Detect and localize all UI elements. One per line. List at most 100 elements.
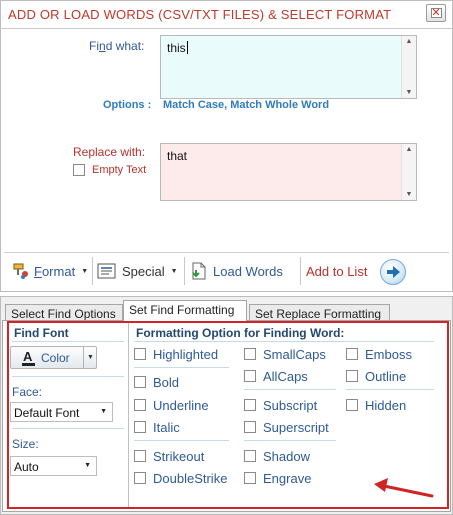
checkbox-superscript[interactable]: Superscript (244, 419, 329, 435)
font-color-button[interactable]: A Color ▼ (10, 346, 97, 369)
close-button[interactable]: ✕ (426, 4, 446, 22)
checkbox-italic[interactable]: Italic (134, 419, 180, 435)
checkbox-doublestrike[interactable]: DoubleStrike (134, 470, 227, 486)
replace-with-input[interactable]: that ▲ ▼ (160, 143, 417, 201)
find-label-accesskey: n (99, 39, 106, 53)
checkbox-label: SmallCaps (263, 346, 326, 362)
checkbox-label: AllCaps (263, 368, 308, 384)
checkbox-bold[interactable]: Bold (134, 374, 179, 390)
find-what-value: this (167, 41, 186, 55)
text-caret (186, 41, 188, 54)
scroll-up-icon[interactable]: ▲ (402, 146, 416, 153)
checkbox-box[interactable] (134, 399, 146, 411)
toolbar-separator (184, 257, 185, 285)
checkbox-box[interactable] (244, 348, 256, 360)
replace-scrollbar[interactable]: ▲ ▼ (401, 144, 416, 200)
format-label-part: ormat (41, 263, 76, 279)
checkbox-label: Highlighted (153, 346, 219, 362)
special-button[interactable]: Special ▼ (97, 260, 178, 282)
checkbox-box[interactable] (244, 399, 256, 411)
special-label: Special (122, 263, 165, 279)
font-face-select[interactable]: Default Font ▼ (10, 402, 113, 422)
checkbox-label: Hidden (365, 397, 407, 413)
checkbox-subscript[interactable]: Subscript (244, 397, 317, 413)
load-words-button[interactable]: Load Words (189, 260, 283, 282)
empty-text-label: Empty Text (92, 164, 147, 176)
font-color-icon: A (23, 349, 33, 364)
find-what-label: Find what: (89, 39, 144, 53)
checkbox-label: Shadow (263, 448, 310, 464)
checkbox-box[interactable] (244, 370, 256, 382)
checkbox-strikeout[interactable]: Strikeout (134, 448, 204, 464)
chevron-down-icon: ▼ (170, 267, 178, 275)
checkbox-box[interactable] (244, 421, 256, 433)
checkbox-box[interactable] (134, 472, 146, 484)
find-label-part: Fi (89, 39, 99, 53)
find-label-part: d what: (105, 39, 145, 53)
checkbox-outline[interactable]: Outline (346, 368, 406, 384)
checkbox-smallcaps[interactable]: SmallCaps (244, 346, 326, 362)
checkbox-underline[interactable]: Underline (134, 397, 209, 413)
add-to-list-button[interactable]: Add to List (306, 260, 367, 282)
section-divider (12, 428, 124, 429)
checkbox-label: Strikeout (153, 448, 205, 464)
dialog-title: ADD OR LOAD WORDS (CSV/TXT FILES) & SELE… (8, 7, 392, 22)
options-value[interactable]: Match Case, Match Whole Word (163, 99, 329, 111)
chevron-down-icon: ▼ (84, 462, 91, 469)
find-font-heading: Find Font (14, 326, 69, 340)
dialog-toolbar: Format ▼ Special ▼ Load Words Add to Lis… (4, 253, 449, 288)
chevron-down-icon: ▼ (81, 267, 89, 275)
checkbox-box[interactable] (244, 450, 256, 462)
chevron-down-icon: ▼ (100, 408, 107, 415)
load-words-label: Load Words (213, 263, 283, 279)
close-icon: ✕ (431, 7, 441, 19)
checkbox-allcaps[interactable]: AllCaps (244, 368, 308, 384)
group-divider (244, 389, 336, 390)
checkbox-label: Subscript (263, 397, 318, 413)
tab-set-find-formatting[interactable]: Set Find Formatting (123, 300, 247, 321)
format-button[interactable]: Format ▼ (12, 260, 88, 282)
checkbox-highlighted[interactable]: Highlighted (134, 346, 218, 362)
tab-set-replace-formatting[interactable]: Set Replace Formatting (249, 304, 390, 321)
checkbox-box[interactable] (346, 370, 358, 382)
checkbox-box[interactable] (134, 450, 146, 462)
checkbox-box[interactable] (346, 399, 358, 411)
font-face-value: Default Font (14, 406, 80, 420)
checkbox-engrave[interactable]: Engrave (244, 470, 311, 486)
font-size-select[interactable]: Auto ▼ (10, 456, 97, 476)
find-scrollbar[interactable]: ▲ ▼ (401, 36, 416, 98)
format-accesskey: F (34, 263, 42, 279)
heading-underline (134, 341, 434, 342)
load-file-icon (192, 262, 206, 280)
column-divider (128, 323, 129, 507)
scroll-down-icon[interactable]: ▼ (402, 89, 416, 96)
checkbox-label: DoubleStrike (153, 470, 228, 486)
checkbox-label: Outline (365, 368, 407, 384)
checkbox-box[interactable] (244, 472, 256, 484)
chevron-down-icon[interactable]: ▼ (83, 347, 97, 368)
checkbox-label: Superscript (263, 419, 329, 435)
checkbox-hidden[interactable]: Hidden (346, 397, 406, 413)
group-divider (346, 389, 434, 390)
group-divider (134, 440, 229, 441)
options-label: Options : (103, 99, 152, 111)
font-size-label: Size: (12, 437, 39, 451)
find-what-input[interactable]: this ▲ ▼ (160, 35, 417, 99)
scroll-up-icon[interactable]: ▲ (402, 38, 416, 45)
title-divider (0, 28, 453, 29)
checkbox-box[interactable] (346, 348, 358, 360)
checkbox-shadow[interactable]: Shadow (244, 448, 310, 464)
arrow-right-icon (387, 266, 400, 278)
scroll-down-icon[interactable]: ▼ (402, 191, 416, 198)
tab-select-find-options[interactable]: Select Find Options (5, 304, 123, 321)
checkbox-box[interactable] (134, 348, 146, 360)
toolbar-separator (92, 257, 93, 285)
checkbox-emboss[interactable]: Emboss (346, 346, 412, 362)
add-to-list-arrow-button[interactable] (380, 259, 406, 285)
checkbox-box[interactable] (134, 421, 146, 433)
checkbox-box[interactable] (134, 376, 146, 388)
toolbar-separator (300, 257, 301, 285)
empty-text-checkbox[interactable] (73, 164, 85, 176)
group-divider (244, 440, 336, 441)
font-color-label: Color (41, 351, 70, 365)
